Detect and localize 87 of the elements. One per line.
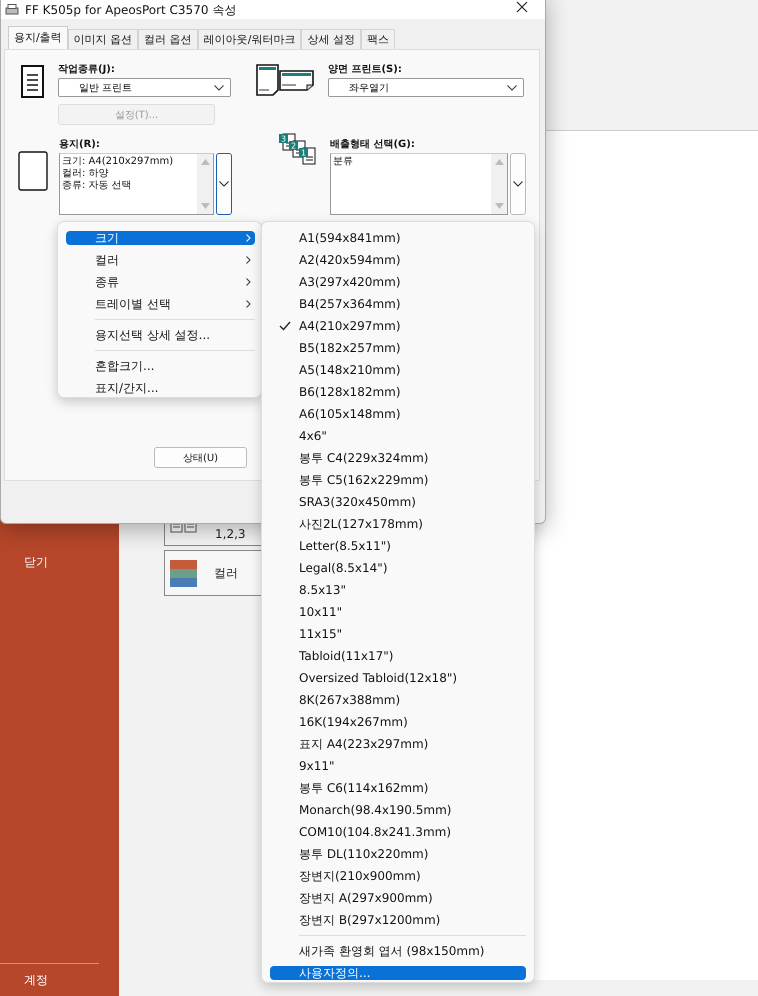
dropdown[interactable]: 일반 프린트 <box>58 78 231 97</box>
menu-item[interactable]: 봉투 DL(110x220mm) <box>270 843 526 865</box>
list-box[interactable]: 크기: A4(210x297mm) 컬러: 하양 종류: 자동 선택 <box>59 153 214 215</box>
checkmark-icon <box>278 321 290 331</box>
menu-item[interactable]: B4(257x364mm) <box>270 293 526 315</box>
card-label: 1,2,3 <box>215 527 246 541</box>
duplex-pages-icon <box>256 64 314 96</box>
list-text: 컬러: 하양 <box>62 168 110 180</box>
list-text: 크기: A4(210x297mm) <box>62 156 174 168</box>
blank-page-icon <box>18 151 48 191</box>
menu-item[interactable]: SRA3(320x450mm) <box>270 491 526 513</box>
scroll-down-icon <box>200 203 210 209</box>
menu-item[interactable]: 봉투 C6(114x162mm) <box>270 777 526 799</box>
dropdown[interactable]: 좌우열기 <box>328 78 524 97</box>
menu-item[interactable]: 8K(267x388mm) <box>270 689 526 711</box>
card-label: 컬러 <box>214 564 238 582</box>
menu-item[interactable]: 사진2L(127x178mm) <box>270 513 526 535</box>
chevron-right-icon <box>246 234 251 242</box>
window-title: FF K505p for ApeosPort C3570 속성 <box>25 2 238 19</box>
menu-item[interactable]: B5(182x257mm) <box>270 337 526 359</box>
scroll-up-icon <box>200 159 210 165</box>
list-box[interactable]: 분류 <box>330 153 508 215</box>
field-label: 양면 프린트(S): <box>328 64 403 77</box>
menu-item[interactable]: 16K(194x267mm) <box>270 711 526 733</box>
tab[interactable]: 이미지 옵션 <box>68 29 138 49</box>
tab[interactable]: 팩스 <box>360 29 395 49</box>
menu-item[interactable]: Monarch(98.4x190.5mm) <box>270 799 526 821</box>
menu-item[interactable]: A3(297x420mm) <box>270 271 526 293</box>
field-label: 작업종류(J): <box>58 64 116 77</box>
menu-item[interactable]: 혼합크기... <box>66 355 255 377</box>
field-label: 배출형태 선택(G): <box>330 139 416 152</box>
chevron-down-icon <box>219 181 229 187</box>
menu-item[interactable]: B6(128x182mm) <box>270 381 526 403</box>
menu-item[interactable]: Legal(8.5x14") <box>270 557 526 579</box>
menu-item[interactable]: A2(420x594mm) <box>270 249 526 271</box>
menu-item[interactable]: 장변지 A(297x900mm) <box>270 887 526 909</box>
menu-item[interactable]: Letter(8.5x11") <box>270 535 526 557</box>
menu-item[interactable]: 장변지(210x900mm) <box>270 865 526 887</box>
tab[interactable]: 레이아웃/워터마크 <box>198 29 302 49</box>
menu-item[interactable]: 봉투 C5(162x229mm) <box>270 469 526 491</box>
menu-item[interactable]: 종류 <box>66 271 255 293</box>
chevron-down-icon <box>507 84 517 90</box>
menu-item[interactable]: 장변지 B(297x1200mm) <box>270 909 526 931</box>
dropdown-button[interactable] <box>216 153 232 215</box>
menu-item[interactable]: A5(148x210mm) <box>270 359 526 381</box>
scrollbar[interactable] <box>491 154 508 214</box>
printer-icon <box>5 4 19 16</box>
menu-item[interactable]: A4(210x297mm) <box>270 315 526 337</box>
menu-item[interactable]: 4x6" <box>270 425 526 447</box>
menu-item[interactable]: Oversized Tabloid(12x18") <box>270 667 526 689</box>
menu-item[interactable]: 표지/간지... <box>66 377 255 399</box>
menu-item[interactable]: 11x15" <box>270 623 526 645</box>
menu-item[interactable]: 트레이별 선택 <box>66 293 255 315</box>
tab[interactable]: 상세 설정 <box>301 29 361 49</box>
chevron-down-icon <box>214 84 224 90</box>
menu-item[interactable]: 용지선택 상세 설정... <box>66 324 255 346</box>
menu-item[interactable]: 표지 A4(223x297mm) <box>270 733 526 755</box>
list-text: 종류: 자동 선택 <box>62 180 133 192</box>
menu-item[interactable]: 새가족 환영회 엽서 (98x150mm) <box>270 940 526 962</box>
chevron-down-icon <box>513 181 524 187</box>
document-icon <box>21 65 44 98</box>
scrollbar[interactable] <box>197 154 213 214</box>
menu-item[interactable]: 10x11" <box>270 601 526 623</box>
list-text: 분류 <box>333 156 354 168</box>
close-icon <box>516 1 528 13</box>
menu-item[interactable]: COM10(104.8x241.3mm) <box>270 821 526 843</box>
status-button[interactable]: 상태(U) <box>154 447 247 468</box>
menu-item[interactable]: 크기 <box>66 231 255 245</box>
menu-item[interactable]: Tabloid(11x17") <box>270 645 526 667</box>
menu-item[interactable]: 컬러 <box>66 249 255 271</box>
scroll-down-icon <box>494 203 504 209</box>
tab[interactable]: 컬러 옵션 <box>138 29 198 49</box>
sidebar-item[interactable]: 닫기 <box>0 552 119 574</box>
chevron-right-icon <box>246 300 251 308</box>
sidebar-item[interactable]: 계정 <box>0 970 119 992</box>
chevron-right-icon <box>246 256 251 264</box>
tab[interactable]: 용지/출력 <box>8 26 68 49</box>
color-stripes-icon <box>170 560 197 586</box>
menu-item[interactable]: 8.5x13" <box>270 579 526 601</box>
menu-item[interactable]: 사용자정의... <box>270 966 526 980</box>
menu-item[interactable]: A6(105x148mm) <box>270 403 526 425</box>
scroll-up-icon <box>494 159 504 165</box>
field-label: 용지(R): <box>59 139 101 152</box>
menu-item[interactable]: 봉투 C4(229x324mm) <box>270 447 526 469</box>
menu-item[interactable]: 9x11" <box>270 755 526 777</box>
chevron-right-icon <box>246 278 251 286</box>
menu-item[interactable]: A1(594x841mm) <box>270 227 526 249</box>
